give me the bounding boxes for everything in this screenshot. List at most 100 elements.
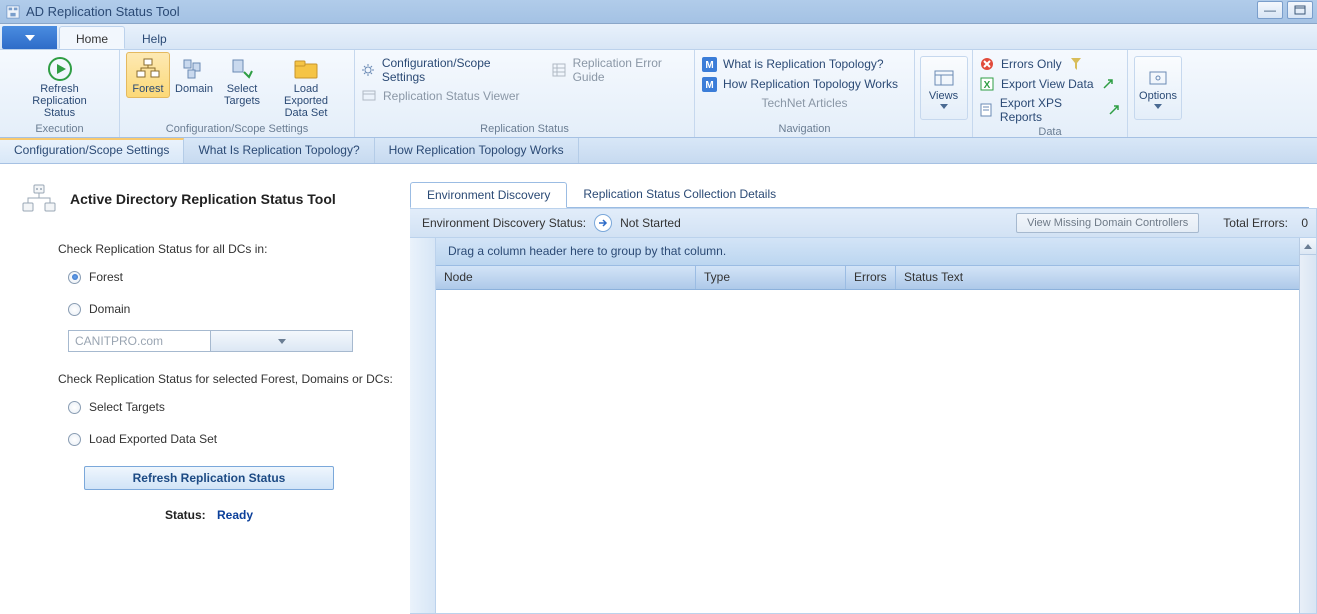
config-scope-link[interactable]: Configuration/Scope Settings [361, 54, 526, 86]
radio-load-exported[interactable]: Load Exported Data Set [68, 432, 410, 446]
results-panel: Environment Discovery Replication Status… [410, 164, 1317, 614]
group-data-label: Data [979, 126, 1121, 140]
options-icon [1144, 68, 1172, 90]
group-repstatus-label: Replication Status [361, 123, 688, 137]
svg-text:M: M [705, 60, 713, 71]
window-title: AD Replication Status Tool [26, 4, 180, 19]
select-targets-label-2: Targets [224, 95, 260, 107]
grid: Drag a column header here to group by th… [410, 238, 1317, 614]
ribbon-tab-home[interactable]: Home [59, 26, 125, 49]
group-config-label: Configuration/Scope Settings [126, 123, 348, 137]
forest-icon [132, 55, 164, 83]
export-arrow-icon [1100, 76, 1116, 92]
views-icon [930, 68, 958, 90]
title-bar: AD Replication Status Tool — [0, 0, 1317, 24]
tab-what-is-topology[interactable]: What Is Replication Topology? [184, 138, 374, 163]
combo-dropdown-button[interactable] [210, 331, 352, 351]
export-view-label: Export View Data [1001, 77, 1094, 91]
radio-icon [68, 271, 81, 284]
forest-label: Forest [132, 83, 163, 95]
check-selected-label: Check Replication Status for selected Fo… [58, 372, 410, 386]
refresh-label-2: Status [44, 107, 75, 119]
ribbon-tab-help[interactable]: Help [125, 26, 184, 49]
tab-config-scope[interactable]: Configuration/Scope Settings [0, 138, 184, 163]
options-dropdown[interactable]: Options [1134, 56, 1182, 120]
export-xps-button[interactable]: Export XPS Reports [979, 94, 1121, 126]
status-label: Status: [165, 508, 206, 522]
grid-gutter [410, 238, 436, 613]
tab-how-topology-works[interactable]: How Replication Topology Works [375, 138, 579, 163]
tab-env-discovery[interactable]: Environment Discovery [410, 182, 567, 208]
document-tabs: Configuration/Scope Settings What Is Rep… [0, 138, 1317, 164]
forest-button[interactable]: Forest [126, 52, 170, 98]
scroll-up-button[interactable] [1300, 238, 1316, 255]
load-exported-label-2: Data Set [285, 107, 328, 119]
errors-only-button[interactable]: Errors Only [979, 54, 1084, 74]
group-nav-label: Navigation [701, 123, 908, 137]
radio-load-exported-label: Load Exported Data Set [89, 432, 217, 446]
excel-icon: X [979, 76, 995, 92]
col-node[interactable]: Node [436, 266, 696, 289]
what-is-topology-link[interactable]: M What is Replication Topology? [701, 54, 884, 74]
discovery-status-value: Not Started [620, 216, 681, 230]
technet-link: TechNet Articles [701, 94, 908, 112]
svg-text:M: M [705, 80, 713, 91]
group-by-hint[interactable]: Drag a column header here to group by th… [436, 238, 1316, 266]
refresh-label-1: Refresh Replication [13, 83, 106, 107]
options-label: Options [1139, 90, 1177, 102]
file-menu[interactable] [2, 26, 57, 49]
arrow-icon [594, 214, 612, 232]
radio-domain[interactable]: Domain [68, 302, 410, 316]
radio-domain-label: Domain [89, 302, 130, 316]
error-icon [979, 56, 995, 72]
radio-icon [68, 303, 81, 316]
tab-collection-details[interactable]: Replication Status Collection Details [567, 182, 792, 207]
maximize-button[interactable] [1287, 1, 1313, 19]
status-viewer-link: Replication Status Viewer [361, 86, 520, 106]
svg-text:X: X [984, 80, 991, 91]
how-topology-works-link[interactable]: M How Replication Topology Works [701, 74, 898, 94]
load-exported-button[interactable]: Load Exported Data Set [266, 52, 346, 122]
chevron-down-icon [1154, 104, 1162, 109]
chevron-down-icon [278, 339, 286, 344]
col-status-text[interactable]: Status Text [896, 266, 1316, 289]
col-errors[interactable]: Errors [846, 266, 896, 289]
page-title: Active Directory Replication Status Tool [70, 191, 336, 207]
check-all-label: Check Replication Status for all DCs in: [58, 242, 410, 256]
chevron-up-icon [1304, 244, 1312, 249]
m-icon: M [701, 76, 717, 92]
domain-combobox[interactable]: CANITPRO.com [68, 330, 353, 352]
grid-header: Node Type Errors Status Text [436, 266, 1316, 290]
load-exported-label-1: Load Exported [273, 83, 339, 107]
filter-icon [1068, 56, 1084, 72]
status-value: Ready [217, 508, 253, 522]
workspace: Active Directory Replication Status Tool… [0, 164, 1317, 614]
select-targets-label-1: Select [227, 83, 258, 95]
radio-select-targets[interactable]: Select Targets [68, 400, 410, 414]
views-dropdown[interactable]: Views [920, 56, 968, 120]
export-xps-label: Export XPS Reports [1000, 96, 1100, 124]
config-scope-label: Configuration/Scope Settings [382, 56, 526, 84]
discovery-status-bar: Environment Discovery Status: Not Starte… [410, 208, 1317, 238]
minimize-button[interactable]: — [1257, 1, 1283, 19]
select-targets-button[interactable]: Select Targets [218, 52, 266, 110]
folder-icon [290, 55, 322, 83]
domain-label: Domain [175, 83, 213, 95]
radio-icon [68, 401, 81, 414]
radio-forest[interactable]: Forest [68, 270, 410, 284]
refresh-replication-status-button[interactable]: Refresh Replication Status [6, 52, 113, 122]
export-view-button[interactable]: X Export View Data [979, 74, 1116, 94]
how-works-label: How Replication Topology Works [723, 77, 898, 91]
domain-button[interactable]: Domain [170, 52, 218, 98]
radio-forest-label: Forest [89, 270, 123, 284]
radio-select-targets-label: Select Targets [89, 400, 165, 414]
select-targets-icon [226, 55, 258, 83]
gear-icon [361, 62, 376, 78]
play-icon [44, 55, 76, 83]
col-type[interactable]: Type [696, 266, 846, 289]
radio-icon [68, 433, 81, 446]
grid-body [436, 290, 1316, 613]
vertical-scrollbar[interactable] [1299, 238, 1316, 613]
refresh-replication-button[interactable]: Refresh Replication Status [84, 466, 334, 490]
m-icon: M [701, 56, 717, 72]
